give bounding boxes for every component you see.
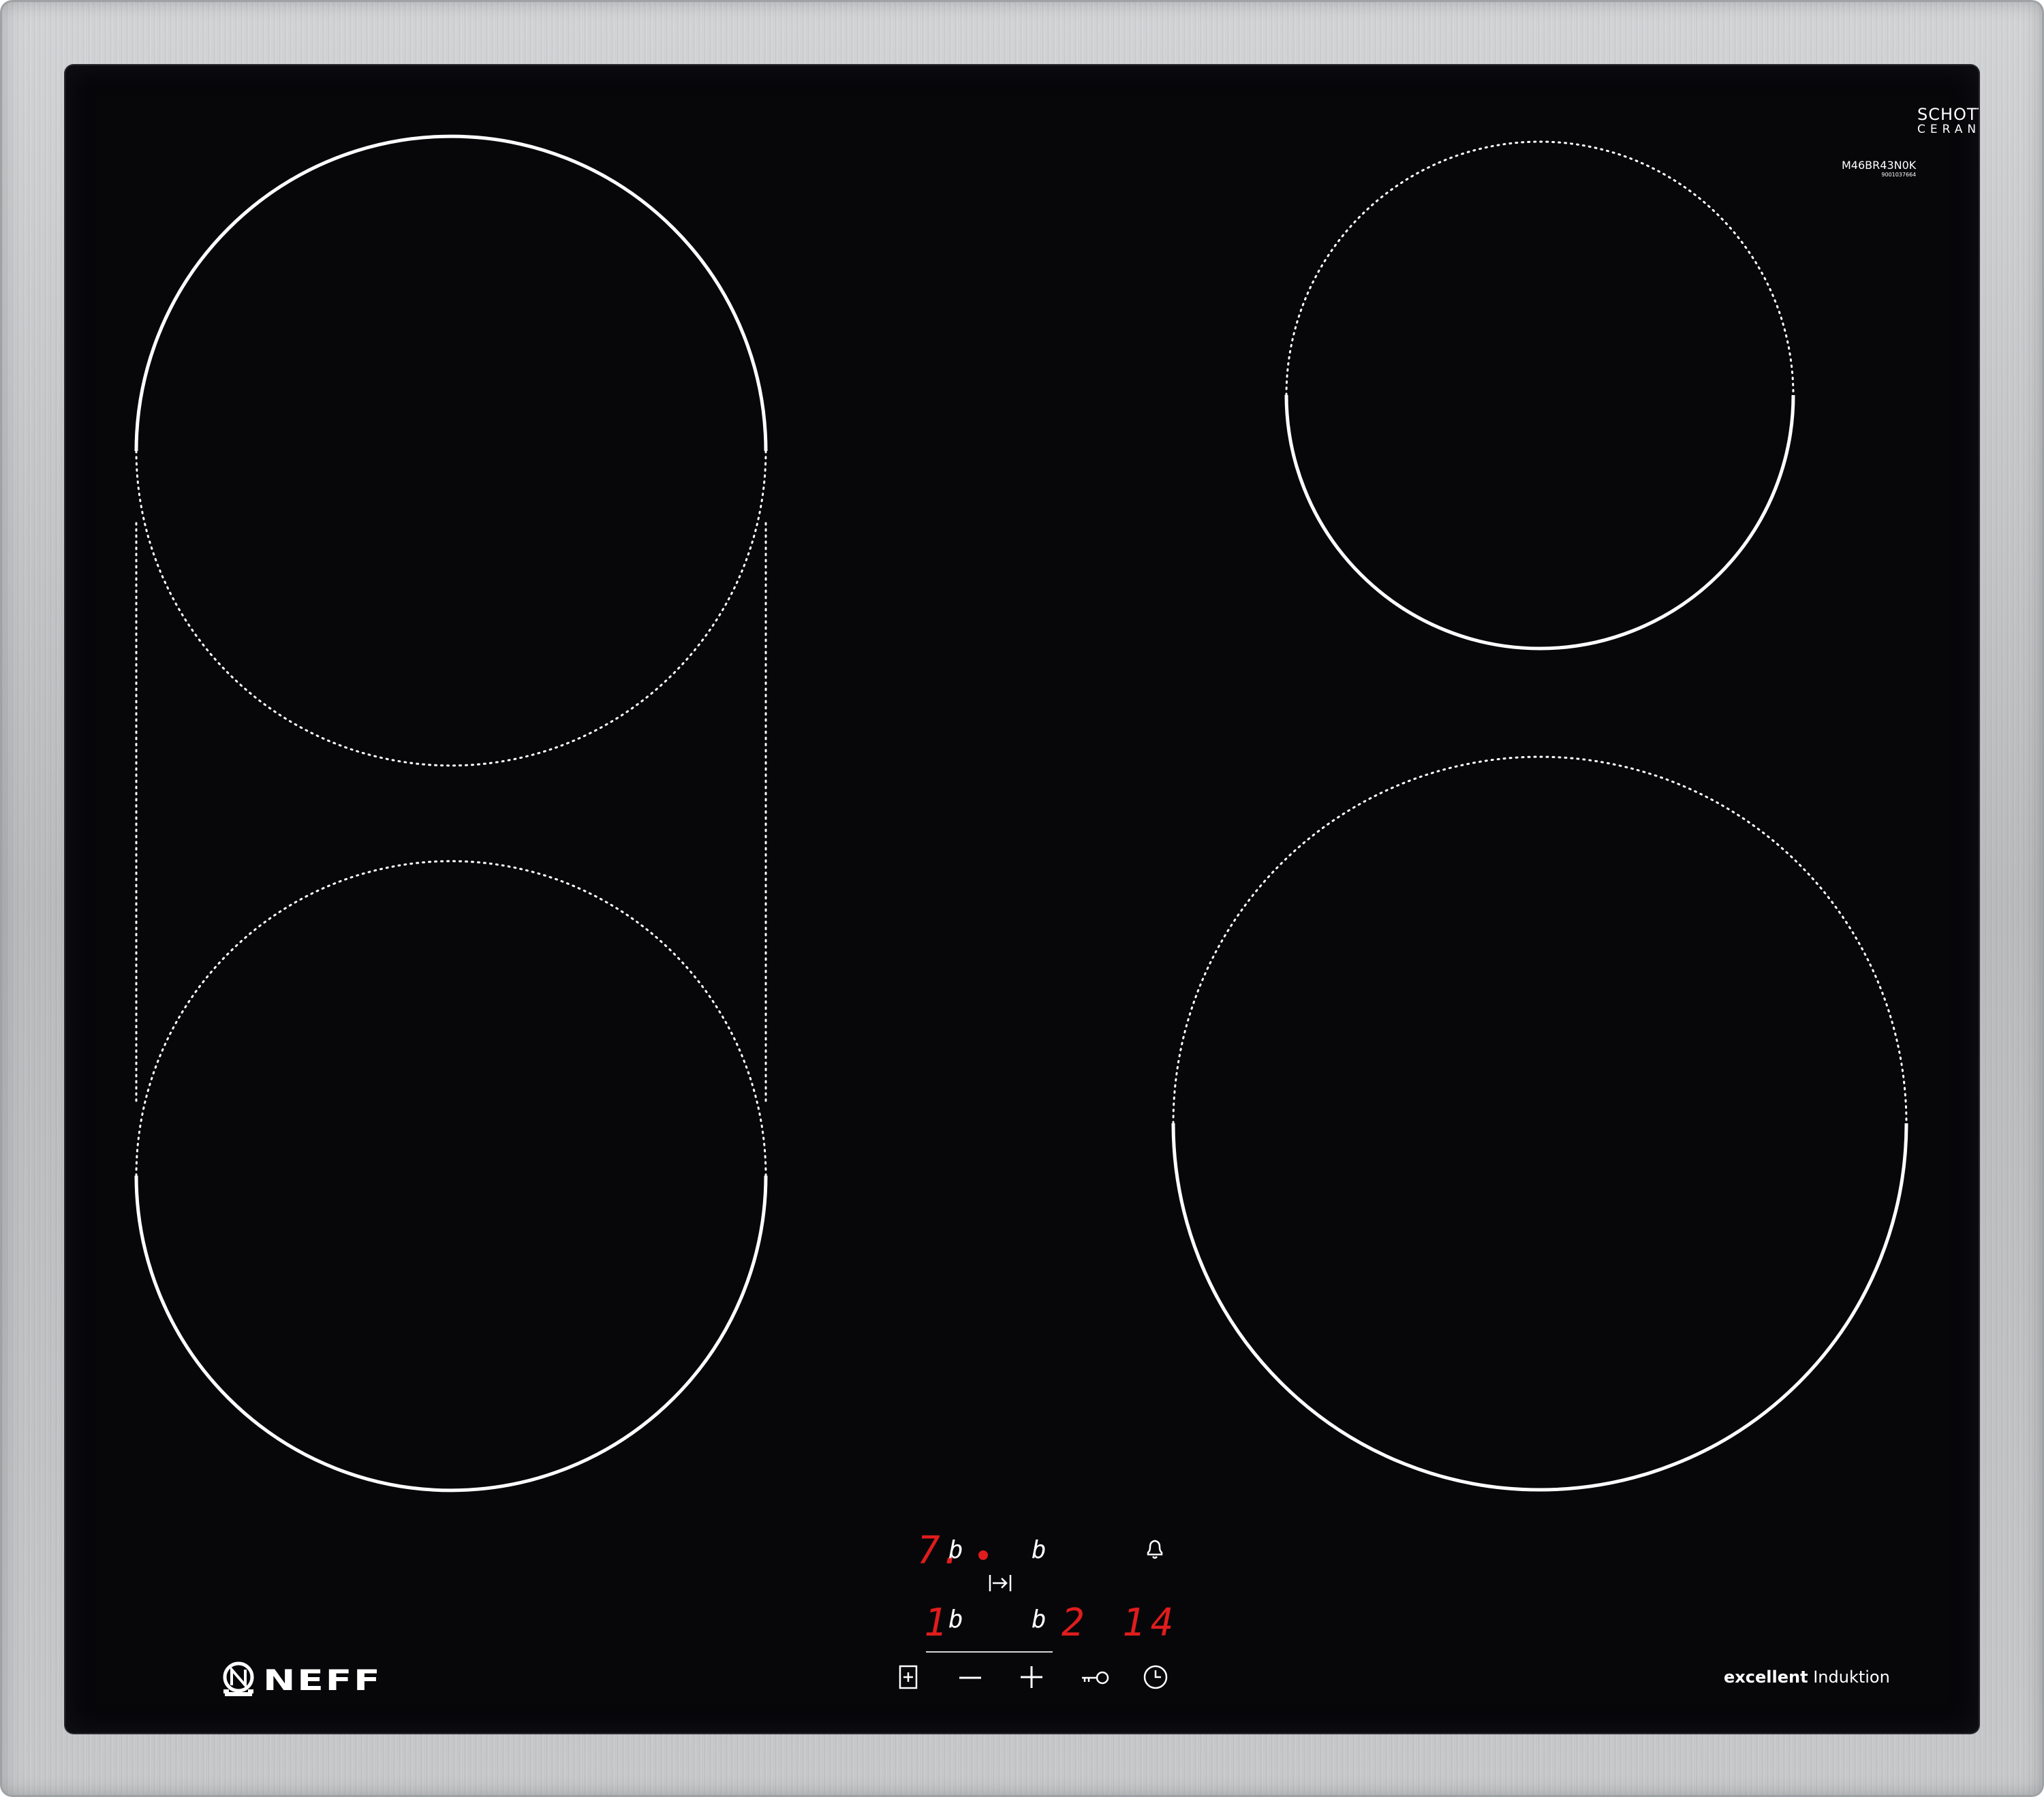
front-left-power-level-display: 1 [924,1601,947,1645]
timer-display-hours: 2 [1062,1601,1085,1645]
schott-ceran-logo: SCHOTT CERAN® [1917,106,1979,136]
plus-icon[interactable] [1018,1663,1045,1691]
cooking-zone-markings [134,134,1908,1493]
front-left-zone-solid-arc [134,1175,768,1493]
zone-select-icon[interactable] [897,1663,920,1691]
rear-left-zone-solid-arc [134,134,768,452]
rear-left-residual-heat-indicator: b [948,1536,963,1564]
rear-right-zone-dotted-arc [1285,140,1795,396]
schott-text: SCHOTT [1917,105,1979,124]
bell-icon[interactable] [1144,1537,1166,1561]
rear-right-zone-solid-arc [1284,394,1795,651]
front-left-zone-dotted-arc [135,860,767,1177]
clock-icon[interactable] [1142,1663,1169,1691]
tagline-regular: Induktion [1813,1668,1890,1687]
ceramic-glass-surface: SCHOTT CERAN® M46BR43N0K 9001037664 7. b… [65,65,1979,1733]
tagline-bold: excellent [1724,1668,1808,1687]
front-right-zone-dotted-arc [1172,755,1908,1125]
neff-logo-text: NEFF [263,1663,382,1697]
front-right-residual-heat-indicator: b [1032,1606,1047,1634]
model-number: M46BR43N0K [1842,159,1917,172]
minus-icon[interactable] [957,1668,984,1688]
rear-right-residual-heat-indicator: b [1032,1536,1047,1564]
active-zone-dot [978,1550,988,1560]
front-left-residual-heat-indicator: b [948,1606,963,1634]
serial-number: 9001037664 [1881,172,1917,178]
neff-logo: NEFF [219,1659,380,1700]
rear-left-zone-dotted-arc [135,450,767,767]
flex-arrow-icon[interactable] [988,1572,1012,1594]
key-icon[interactable] [1079,1668,1111,1688]
display-divider-line [926,1651,1053,1653]
timer-display-minutes: 14 [1122,1601,1179,1645]
excellent-induktion-label: excellent Induktion [1724,1668,1890,1687]
ceran-text: CERAN® [1917,123,1979,136]
model-label: M46BR43N0K 9001037664 [1842,159,1916,178]
front-right-zone-solid-arc [1171,1123,1908,1492]
neff-emblem-icon [223,1661,254,1696]
